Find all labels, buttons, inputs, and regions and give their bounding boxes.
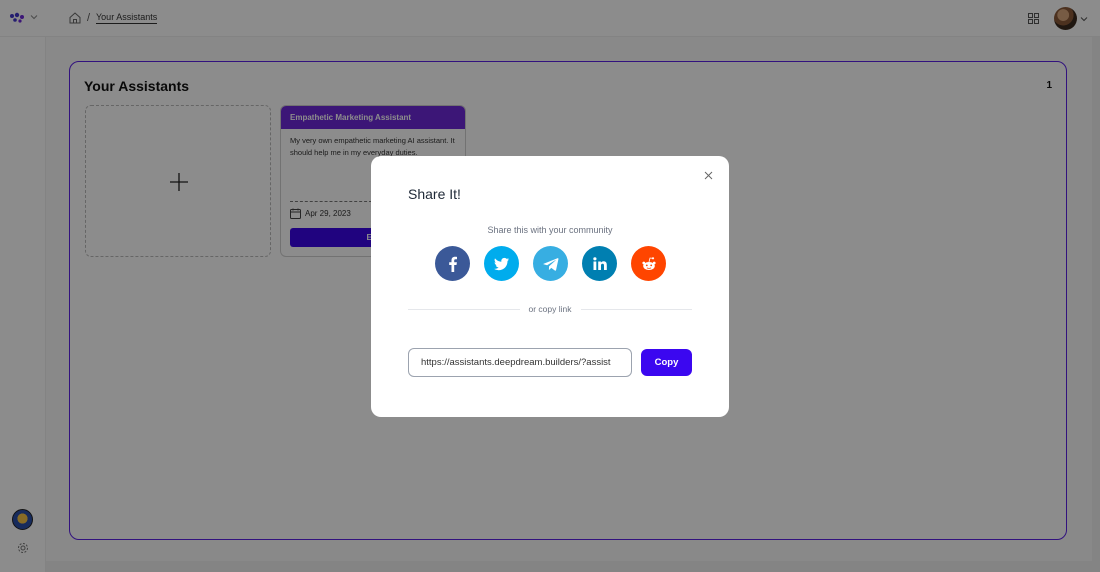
close-icon [704,171,713,180]
telegram-share-button[interactable] [533,246,568,281]
linkedin-icon [592,256,607,270]
copy-button[interactable]: Copy [641,349,692,376]
facebook-share-button[interactable] [435,246,470,281]
close-button[interactable] [703,169,714,180]
social-share-row [435,246,666,281]
reddit-icon [641,256,656,270]
reddit-share-button[interactable] [631,246,666,281]
modal-title: Share It! [408,186,461,202]
copy-link-divider: or copy link [408,304,692,314]
facebook-icon [448,256,457,272]
twitter-share-button[interactable] [484,246,519,281]
telegram-icon [542,257,558,271]
divider-text: or copy link [528,304,572,314]
share-modal: Share It! Share this with your community… [371,156,729,417]
linkedin-share-button[interactable] [582,246,617,281]
twitter-icon [493,257,509,270]
share-subtitle: Share this with your community [487,225,613,235]
share-link-input[interactable] [408,348,632,377]
